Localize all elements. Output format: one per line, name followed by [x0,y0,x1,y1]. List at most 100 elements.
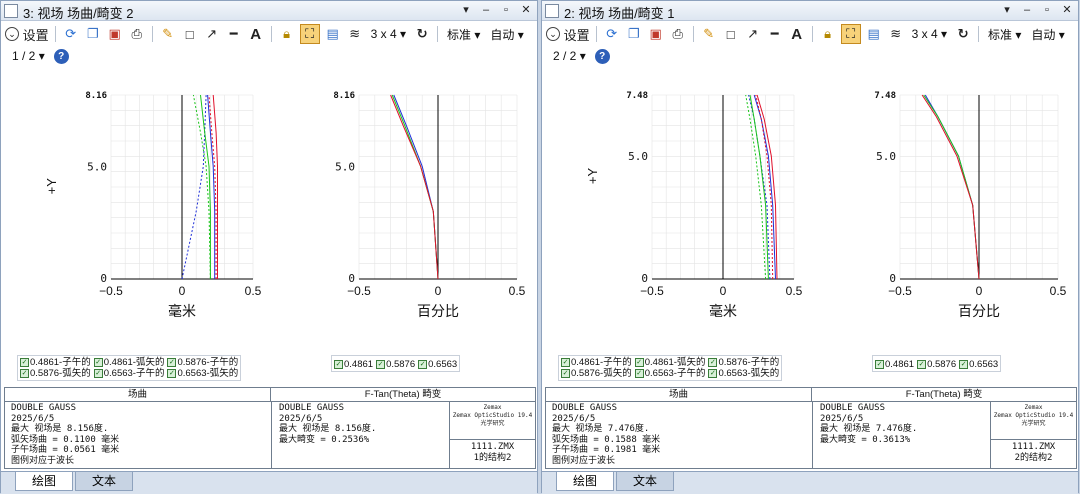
grid-dropdown[interactable]: 3 x 4 ▾ [368,27,409,41]
checkbox-icon[interactable]: ✓ [634,369,644,378]
legend-item[interactable]: ✓ 0.4861-子午的 [20,357,91,368]
page-dropdown[interactable]: 1 / 2 ▾ [9,49,48,63]
title-bar[interactable]: 3: 视场 场曲/畸变 2 ▾ – ▫ ✕ [1,1,537,21]
legend-item[interactable]: ✓ 0.4861-弧矢的 [93,357,165,368]
legend-item[interactable]: ✓ 0.5876 [376,359,415,370]
refresh-icon[interactable]: ⟳ [603,24,621,44]
print-icon[interactable]: ⎙ [128,24,146,44]
legend-item[interactable]: ✓ 0.6563-子午的 [93,368,164,379]
refresh-icon[interactable]: ⟳ [62,24,80,44]
legend-item[interactable]: ✓ 0.4861-弧矢的 [634,357,705,368]
lock-icon[interactable]: 🔒︎ [819,24,837,44]
line-icon[interactable]: ━ [766,24,784,44]
rectangle-icon[interactable]: □ [722,24,740,44]
layers-icon[interactable]: ≋ [887,24,905,44]
legend-item[interactable]: ✓ 0.5876 [917,359,956,370]
legend-label: 0.4861-弧矢的 [103,357,165,368]
auto-dropdown[interactable]: 自动 ▾ [1028,26,1067,43]
tab-graph[interactable]: 绘图 [556,472,615,491]
standard-dropdown[interactable]: 标准 ▾ [444,26,483,43]
checkbox-icon[interactable]: ✓ [167,358,177,367]
legend-item[interactable]: ✓ 0.5876-弧矢的 [561,368,632,379]
checkbox-icon[interactable]: ✓ [708,358,718,367]
layers-icon[interactable]: ≋ [346,24,364,44]
window-icon[interactable]: ▤ [865,24,883,44]
legend-item[interactable]: ✓ 0.6563-弧矢的 [167,368,238,379]
tab-bar: 绘图 文本 [1,471,537,494]
save-icon[interactable]: ▣ [647,24,665,44]
fit-icon[interactable]: ⛶ [840,24,861,44]
minimize-icon[interactable]: – [479,2,493,18]
info-line: 图例对应于波长 [11,455,75,466]
x-tick-label-max: 0.5 [786,284,803,298]
settings-button[interactable]: ⌄ 设置 [5,24,49,44]
help-icon[interactable]: ? [594,48,610,64]
checkbox-icon[interactable]: ✓ [167,369,177,378]
legend-item[interactable]: ✓ 0.6563 [959,359,998,370]
restore-icon[interactable]: ▫ [499,2,513,18]
logo-line: Zemax [1024,404,1043,411]
checkbox-icon[interactable]: ✓ [634,358,644,367]
close-icon[interactable]: ✕ [1060,2,1074,18]
checkbox-icon[interactable]: ✓ [376,360,386,369]
grid-dropdown[interactable]: 3 x 4 ▾ [909,27,950,41]
y-tick-label-max: 8.16 [85,91,107,101]
analysis-icon [4,4,18,18]
tab-text[interactable]: 文本 [75,472,134,491]
checkbox-icon[interactable]: ✓ [959,360,969,369]
info-panel: 场曲 F-Tan(Theta) 畸变 DOUBLE GAUSS 2025/6/5… [4,387,536,469]
checkbox-icon[interactable]: ✓ [20,358,29,367]
title-bar[interactable]: 2: 视场 场曲/畸变 1 ▾ – ▫ ✕ [542,1,1078,21]
fit-icon[interactable]: ⛶ [299,24,320,44]
checkbox-icon[interactable]: ✓ [20,369,29,378]
checkbox-icon[interactable]: ✓ [93,358,103,367]
text-icon[interactable]: A [788,24,806,44]
info-line: DOUBLE GAUSS [820,403,886,413]
close-icon[interactable]: ✕ [519,2,533,18]
pencil-icon[interactable]: ✎ [700,24,718,44]
legend-item[interactable]: ✓ 0.5876-子午的 [708,357,779,368]
line-icon[interactable]: ━ [225,24,243,44]
rectangle-icon[interactable]: □ [181,24,199,44]
arrow-icon[interactable]: ↗ [203,24,221,44]
tab-text[interactable]: 文本 [616,472,675,491]
page-dropdown[interactable]: 2 / 2 ▾ [550,49,589,63]
checkbox-icon[interactable]: ✓ [93,369,103,378]
checkbox-icon[interactable]: ✓ [708,369,718,378]
checkbox-icon[interactable]: ✓ [334,360,343,369]
checkbox-icon[interactable]: ✓ [418,360,428,369]
legend-item[interactable]: ✓ 0.6563-弧矢的 [708,368,779,379]
tab-graph[interactable]: 绘图 [15,472,74,491]
arrow-icon[interactable]: ↗ [744,24,762,44]
legend-item[interactable]: ✓ 0.6563-子午的 [634,368,705,379]
text-icon[interactable]: A [247,24,265,44]
restore-icon[interactable]: ▫ [1040,2,1054,18]
pencil-icon[interactable]: ✎ [159,24,177,44]
dropdown-icon[interactable]: ▾ [459,2,473,18]
copy-icon[interactable]: ❐ [84,24,102,44]
legend-item[interactable]: ✓ 0.5876-弧矢的 [20,368,91,379]
settings-button[interactable]: ⌄ 设置 [546,24,590,44]
checkbox-icon[interactable]: ✓ [561,369,570,378]
dropdown-icon[interactable]: ▾ [1000,2,1014,18]
rotate-icon[interactable]: ↻ [413,24,431,44]
legend-item[interactable]: ✓ 0.4861 [875,359,914,370]
copy-icon[interactable]: ❐ [625,24,643,44]
window-icon[interactable]: ▤ [324,24,342,44]
minimize-icon[interactable]: – [1020,2,1034,18]
lock-icon[interactable]: 🔒︎ [278,24,296,44]
save-icon[interactable]: ▣ [106,24,124,44]
plot-area: 7.485.00−0.5 0 0.5毫米+Y7.485.00−0.5 0 0.5百分比 [585,91,1067,319]
auto-dropdown[interactable]: 自动 ▾ [487,26,526,43]
print-icon[interactable]: ⎙ [669,24,687,44]
checkbox-icon[interactable]: ✓ [561,358,570,367]
help-icon[interactable]: ? [53,48,69,64]
standard-dropdown[interactable]: 标准 ▾ [985,26,1024,43]
checkbox-icon[interactable]: ✓ [875,360,884,369]
legend-item[interactable]: ✓ 0.4861 [334,359,373,370]
checkbox-icon[interactable]: ✓ [917,360,927,369]
rotate-icon[interactable]: ↻ [954,24,972,44]
legend-item[interactable]: ✓ 0.4861-子午的 [561,357,632,368]
legend-item[interactable]: ✓ 0.6563 [418,359,457,370]
legend-item[interactable]: ✓ 0.5876-子午的 [167,357,238,368]
